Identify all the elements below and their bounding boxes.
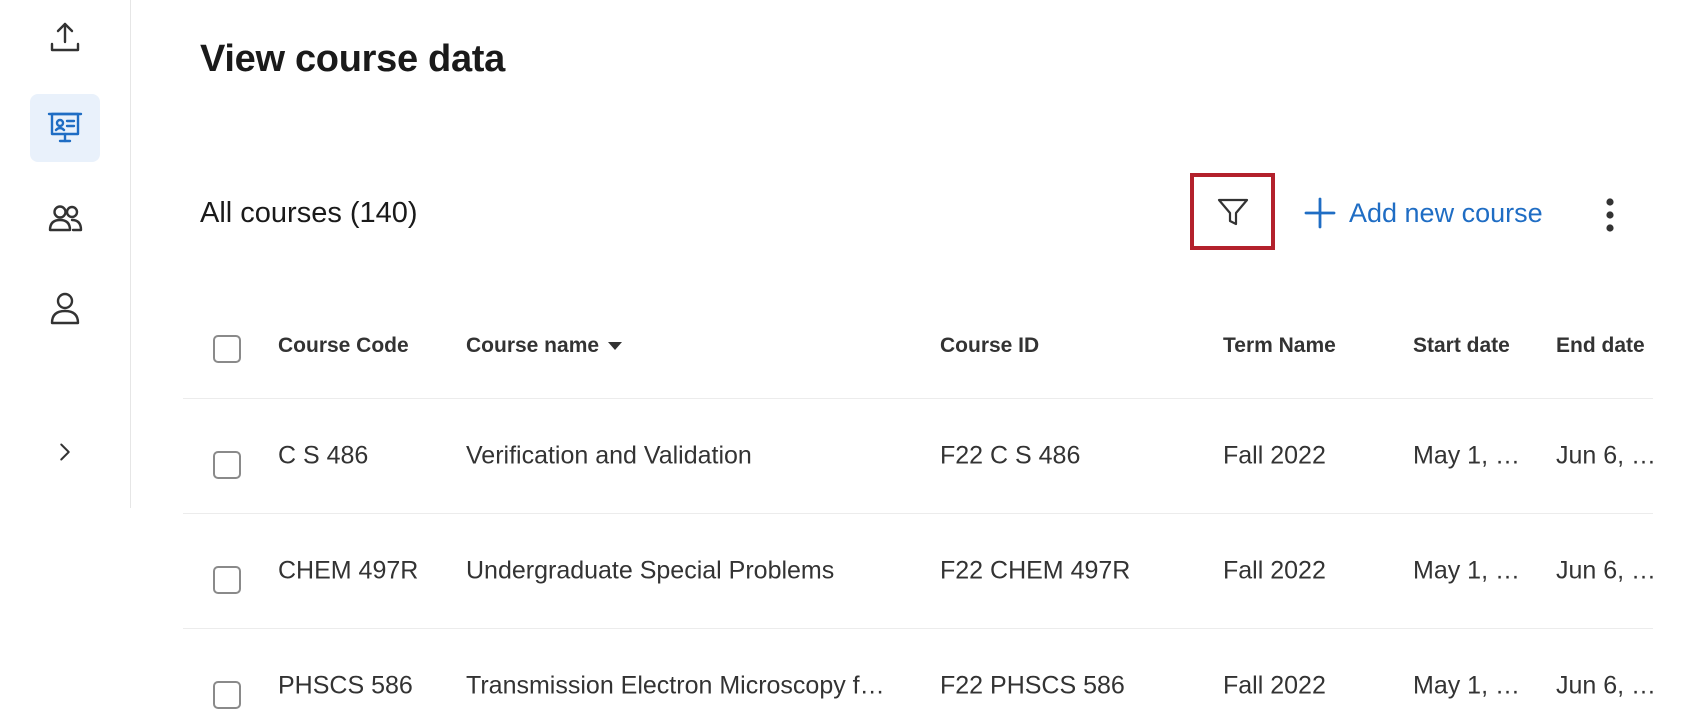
add-new-course-button[interactable]: Add new course <box>1303 196 1543 230</box>
chevron-right-icon <box>60 443 70 461</box>
term-name-cell: Fall 2022 <box>1223 441 1326 470</box>
sort-descending-icon <box>608 342 623 350</box>
course-id-cell: F22 PHSCS 586 <box>940 671 1125 700</box>
table-header-row: Course Code Course name Course ID Term N… <box>183 290 1653 399</box>
upload-icon <box>50 22 80 52</box>
end-date-cell: Jun 6, … <box>1556 441 1656 470</box>
column-header-term-name[interactable]: Term Name <box>1223 334 1383 358</box>
more-vertical-icon <box>1606 198 1614 232</box>
row-checkbox[interactable] <box>213 681 241 709</box>
plus-icon <box>1304 197 1336 229</box>
filter-button[interactable] <box>1190 173 1275 250</box>
select-all-checkbox[interactable] <box>213 335 241 363</box>
sidebar-expand-button[interactable] <box>30 418 100 486</box>
table-row[interactable]: C S 486 Verification and Validation F22 … <box>183 399 1656 514</box>
sidebar-item-users[interactable] <box>30 184 100 252</box>
sidebar-item-profile[interactable] <box>30 274 100 342</box>
end-date-cell: Jun 6, … <box>1556 556 1656 585</box>
column-header-course-code[interactable]: Course Code <box>278 334 458 358</box>
start-date-cell: May 1, … <box>1413 671 1520 700</box>
row-checkbox[interactable] <box>213 566 241 594</box>
term-name-cell: Fall 2022 <box>1223 556 1326 585</box>
column-header-start-date[interactable]: Start date <box>1413 334 1543 358</box>
course-name-cell: Verification and Validation <box>466 441 752 470</box>
column-header-end-date[interactable]: End date <box>1556 334 1656 358</box>
column-header-course-id[interactable]: Course ID <box>940 334 1180 358</box>
column-header-course-name[interactable]: Course name <box>466 334 906 358</box>
term-name-cell: Fall 2022 <box>1223 671 1326 700</box>
users-icon <box>48 205 83 232</box>
start-date-cell: May 1, … <box>1413 441 1520 470</box>
table-row[interactable]: CHEM 497R Undergraduate Special Problems… <box>183 514 1656 629</box>
presentation-icon <box>47 112 83 143</box>
courses-table: Course Code Course name Course ID Term N… <box>183 290 1656 722</box>
course-code-cell: C S 486 <box>278 441 369 470</box>
app-window: View course data All courses (140) Add n… <box>0 0 1700 722</box>
end-date-cell: Jun 6, … <box>1556 671 1656 700</box>
start-date-cell: May 1, … <box>1413 556 1520 585</box>
page-title: View course data <box>200 38 505 80</box>
course-code-cell: CHEM 497R <box>278 556 419 585</box>
add-new-course-label: Add new course <box>1349 197 1543 228</box>
user-icon <box>50 292 80 325</box>
sidebar <box>0 0 131 508</box>
course-name-cell: Undergraduate Special Problems <box>466 556 835 585</box>
more-options-button[interactable] <box>1596 193 1624 237</box>
row-checkbox[interactable] <box>213 451 241 479</box>
course-id-cell: F22 C S 486 <box>940 441 1081 470</box>
sidebar-item-courses[interactable] <box>30 94 100 162</box>
filter-icon <box>1217 198 1248 225</box>
course-name-cell: Transmission Electron Microscopy f… <box>466 671 885 700</box>
course-count-label: All courses (140) <box>200 197 418 229</box>
table-row[interactable]: PHSCS 586 Transmission Electron Microsco… <box>183 629 1656 722</box>
course-id-cell: F22 CHEM 497R <box>940 556 1131 585</box>
sidebar-item-upload[interactable] <box>30 4 100 72</box>
column-header-course-name-label: Course name <box>466 334 600 357</box>
course-code-cell: PHSCS 586 <box>278 671 413 700</box>
